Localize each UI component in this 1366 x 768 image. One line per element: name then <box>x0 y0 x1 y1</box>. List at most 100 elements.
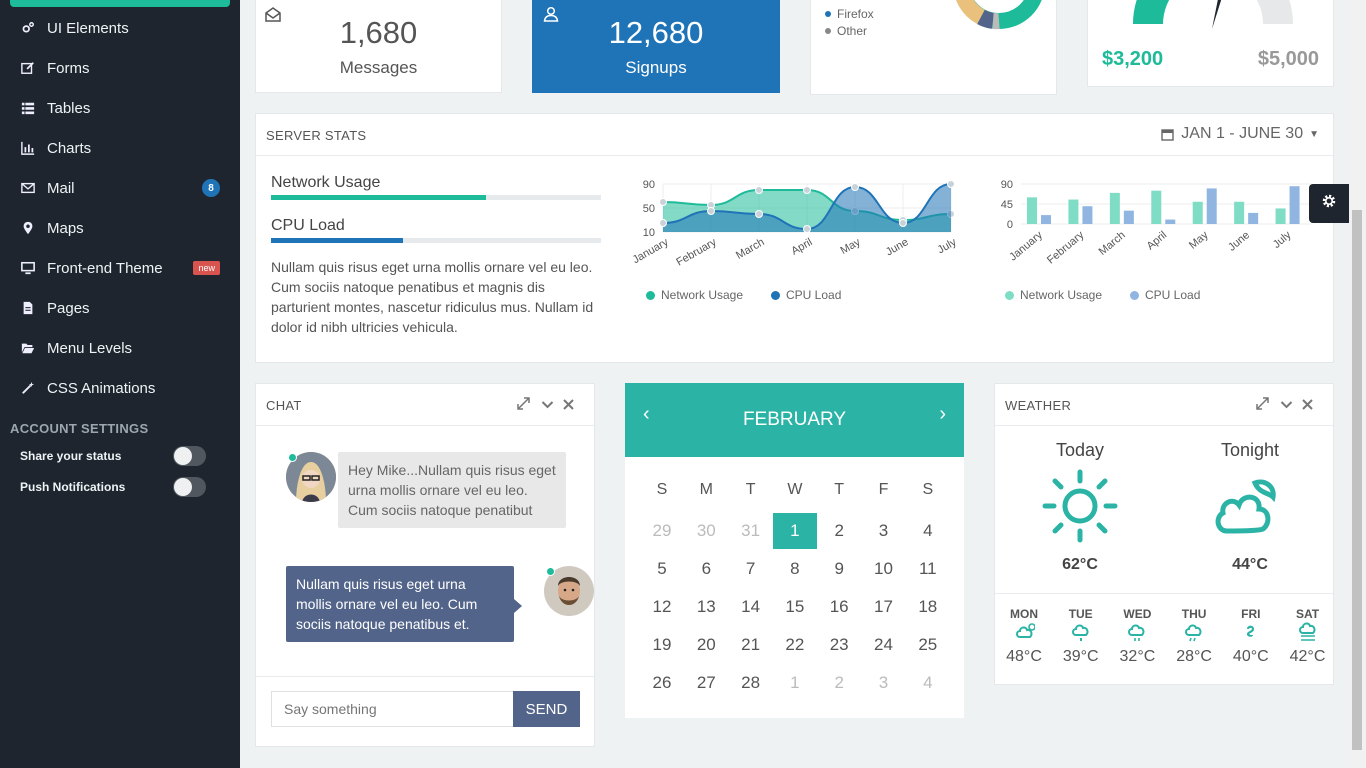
edit-icon <box>20 60 36 76</box>
calendar-day[interactable]: 19 <box>640 627 684 663</box>
scrollbar-thumb[interactable] <box>1352 210 1362 750</box>
nav-css-animations[interactable]: CSS Animations <box>0 370 240 406</box>
weather-icon <box>1166 621 1222 648</box>
calendar-day[interactable]: 30 <box>684 513 728 549</box>
bar <box>1206 188 1217 224</box>
calendar-weekday: M <box>699 481 713 498</box>
calendar-day[interactable]: 18 <box>906 589 950 625</box>
calendar-day[interactable]: 20 <box>684 627 728 663</box>
x-tick-label: March <box>734 236 766 262</box>
calendar-day[interactable]: 6 <box>684 551 728 587</box>
chat-message-input[interactable] <box>271 691 514 727</box>
chat-header: CHAT <box>256 384 594 426</box>
calendar-day[interactable]: 14 <box>729 589 773 625</box>
forecast-day: MON 48°C <box>996 607 1052 666</box>
nav-menu-levels[interactable]: Menu Levels <box>0 330 240 366</box>
calendar-day[interactable]: 31 <box>729 513 773 549</box>
nav-tables[interactable]: Tables <box>0 90 240 126</box>
forecast-day: TUE 39°C <box>1053 607 1109 666</box>
calendar-day[interactable]: 7 <box>729 551 773 587</box>
forecast-day-name: FRI <box>1241 607 1261 621</box>
forecast-temp: 39°C <box>1062 648 1099 665</box>
gauge-needle <box>1212 0 1222 29</box>
bar <box>1151 190 1162 224</box>
close-icon[interactable] <box>1302 397 1316 411</box>
collapse-icon[interactable] <box>541 398 555 412</box>
nav-label: Tables <box>47 99 91 117</box>
push-notifications-toggle[interactable] <box>173 477 206 497</box>
calendar-day[interactable]: 3 <box>862 513 906 549</box>
nav-label: Pages <box>47 299 90 317</box>
close-icon[interactable] <box>563 397 577 411</box>
calendar-day[interactable]: 22 <box>773 627 817 663</box>
y-tick-label: 10 <box>643 227 655 239</box>
calendar-day[interactable]: 4 <box>906 513 950 549</box>
collapse-icon[interactable] <box>1280 398 1294 412</box>
calendar-day[interactable]: 8 <box>773 551 817 587</box>
caret-down-icon: ▼ <box>1309 128 1319 140</box>
calendar-day[interactable]: 16 <box>817 589 861 625</box>
calendar-day[interactable]: 28 <box>729 665 773 701</box>
page-scrollbar[interactable] <box>1350 0 1366 768</box>
next-month-icon[interactable]: › <box>939 403 946 426</box>
nav-maps[interactable]: Maps <box>0 210 240 246</box>
forecast-day: FRI 40°C <box>1223 607 1279 666</box>
calendar-day[interactable]: 27 <box>684 665 728 701</box>
calendar-day[interactable]: 23 <box>817 627 861 663</box>
network-usage-fill <box>271 195 486 200</box>
nav-charts[interactable]: Charts <box>0 130 240 166</box>
calendar-day[interactable]: 15 <box>773 589 817 625</box>
share-status-toggle[interactable] <box>173 446 206 466</box>
x-tick-label: April <box>789 236 814 257</box>
gear-icon <box>1320 192 1338 215</box>
data-point <box>899 219 907 227</box>
legend-label: CPU Load <box>786 288 842 302</box>
nav-front-end-theme[interactable]: Front-end Theme new <box>0 250 240 286</box>
calendar-day[interactable]: 24 <box>862 627 906 663</box>
theme-settings-button[interactable] <box>1309 184 1349 223</box>
calendar-day[interactable]: 10 <box>862 551 906 587</box>
folder-open-icon <box>20 340 36 356</box>
nav-mail[interactable]: Mail 8 <box>0 170 240 206</box>
calendar-day[interactable]: 2 <box>817 665 861 701</box>
date-range-picker[interactable]: JAN 1 - JUNE 30 ▼ <box>1161 125 1319 143</box>
data-point <box>803 186 811 194</box>
calendar-day[interactable]: 2 <box>817 513 861 549</box>
online-indicator <box>546 567 555 576</box>
bar <box>1123 210 1134 224</box>
y-tick-label: 45 <box>1001 199 1013 211</box>
calendar-day[interactable]: 17 <box>862 589 906 625</box>
forecast-day-name: TUE <box>1068 607 1093 621</box>
expand-icon[interactable] <box>1256 397 1270 411</box>
send-button[interactable]: SEND <box>513 691 580 727</box>
calendar-day[interactable]: 3 <box>862 665 906 701</box>
calendar-day[interactable]: 26 <box>640 665 684 701</box>
weather-icon <box>1280 621 1336 648</box>
messages-stat-card: 1,680 Messages <box>255 0 502 93</box>
calendar-day[interactable]: 4 <box>906 665 950 701</box>
calendar-day[interactable]: 13 <box>684 589 728 625</box>
calendar-day[interactable]: 29 <box>640 513 684 549</box>
nav-forms[interactable]: Forms <box>0 50 240 86</box>
x-tick-label: February <box>1045 229 1087 267</box>
calendar-day[interactable]: 12 <box>640 589 684 625</box>
nav-pages[interactable]: Pages <box>0 290 240 326</box>
forecast-day: THU 28°C <box>1166 607 1222 666</box>
signups-count: 12,680 <box>608 15 704 50</box>
nav-ui-elements[interactable]: UI Elements <box>0 10 240 46</box>
bar <box>1082 206 1093 224</box>
nav-label: CSS Animations <box>47 379 156 397</box>
calendar-day[interactable]: 5 <box>640 551 684 587</box>
cpu-load-bar <box>271 238 601 243</box>
expand-icon[interactable] <box>517 397 531 411</box>
browser-share-card: Firefox Other <box>810 0 1057 95</box>
calendar-day[interactable]: 9 <box>817 551 861 587</box>
calendar-day[interactable]: 21 <box>729 627 773 663</box>
envelope-icon <box>20 180 36 196</box>
calendar-day[interactable]: 1 <box>773 665 817 701</box>
calendar-day[interactable]: 11 <box>906 551 950 587</box>
legend-item-firefox: Firefox <box>825 7 874 21</box>
bar-legend-cpu: CPU Load <box>1130 288 1200 302</box>
calendar-day[interactable]: 1 <box>772 513 817 549</box>
calendar-day[interactable]: 25 <box>906 627 950 663</box>
